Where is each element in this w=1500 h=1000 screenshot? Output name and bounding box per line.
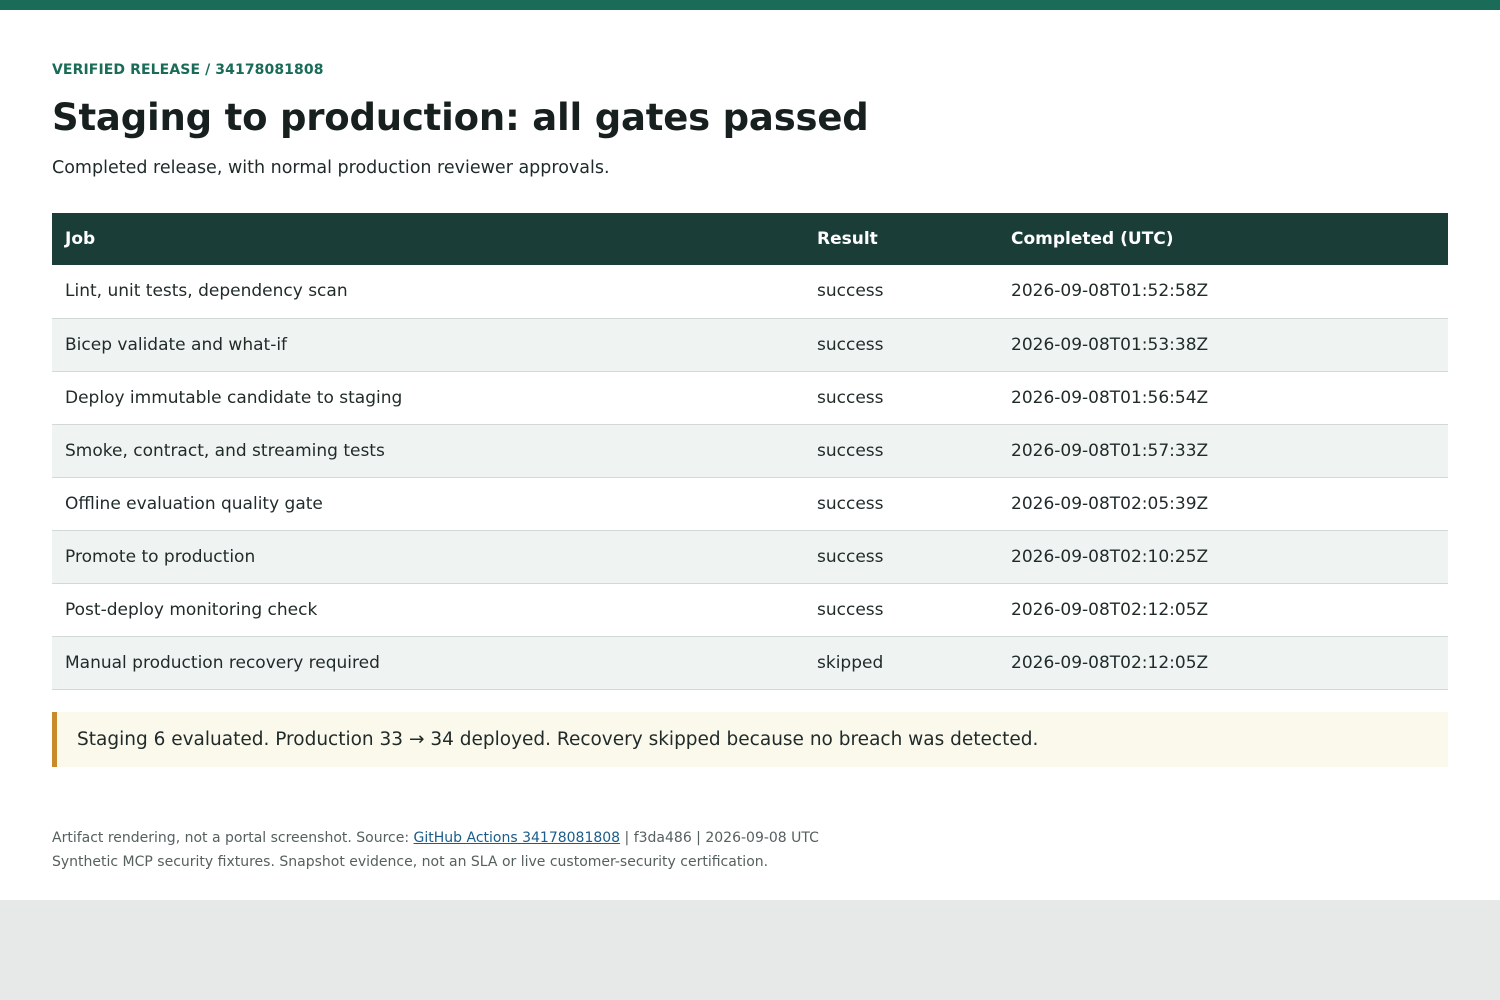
jobs-table-body: Lint, unit tests, dependency scan succes… xyxy=(52,265,1448,690)
job-name-cell: Bicep validate and what-if xyxy=(52,318,804,372)
column-header-result: Result xyxy=(804,213,998,265)
column-header-job: Job xyxy=(52,213,804,265)
release-page: VERIFIED RELEASE / 34178081808 Staging t… xyxy=(0,10,1500,900)
header-row: Job Result Completed (UTC) xyxy=(52,213,1448,265)
result-cell: success xyxy=(804,424,998,478)
completed-cell: 2026-09-08T02:12:05Z xyxy=(998,636,1448,690)
completed-cell: 2026-09-08T01:57:33Z xyxy=(998,424,1448,478)
jobs-table-header: Job Result Completed (UTC) xyxy=(52,213,1448,265)
result-cell: success xyxy=(804,318,998,372)
jobs-table: Job Result Completed (UTC) Lint, unit te… xyxy=(52,213,1448,690)
table-row: Smoke, contract, and streaming tests suc… xyxy=(52,424,1448,478)
result-cell: success xyxy=(804,583,998,637)
release-summary-callout: Staging 6 evaluated. Production 33 → 34 … xyxy=(52,712,1448,767)
footer-source-line: Artifact rendering, not a portal screens… xyxy=(52,826,819,850)
completed-cell: 2026-09-08T01:56:54Z xyxy=(998,371,1448,425)
table-row: Lint, unit tests, dependency scan succes… xyxy=(52,265,1448,319)
job-name-cell: Smoke, contract, and streaming tests xyxy=(52,424,804,478)
job-name-cell: Offline evaluation quality gate xyxy=(52,477,804,531)
result-cell: success xyxy=(804,477,998,531)
page-subtitle: Completed release, with normal productio… xyxy=(52,158,610,178)
table-row: Promote to production success 2026-09-08… xyxy=(52,530,1448,584)
completed-cell: 2026-09-08T02:12:05Z xyxy=(998,583,1448,637)
top-accent-bar xyxy=(0,0,1500,10)
table-row: Deploy immutable candidate to staging su… xyxy=(52,371,1448,425)
job-name-cell: Lint, unit tests, dependency scan xyxy=(52,265,804,319)
completed-cell: 2026-09-08T01:53:38Z xyxy=(998,318,1448,372)
table-row: Manual production recovery required skip… xyxy=(52,636,1448,690)
result-cell: success xyxy=(804,371,998,425)
table-row: Bicep validate and what-if success 2026-… xyxy=(52,318,1448,372)
result-cell: success xyxy=(804,265,998,319)
result-cell: skipped xyxy=(804,636,998,690)
job-name-cell: Manual production recovery required xyxy=(52,636,804,690)
footer-source-suffix: | f3da486 | 2026-09-08 UTC xyxy=(620,830,819,846)
footer-disclaimer: Synthetic MCP security fixtures. Snapsho… xyxy=(52,854,769,870)
job-name-cell: Promote to production xyxy=(52,530,804,584)
completed-cell: 2026-09-08T02:05:39Z xyxy=(998,477,1448,531)
footer-source-prefix: Artifact rendering, not a portal screens… xyxy=(52,830,414,846)
table-row: Offline evaluation quality gate success … xyxy=(52,477,1448,531)
page-title: Staging to production: all gates passed xyxy=(52,96,869,139)
job-name-cell: Deploy immutable candidate to staging xyxy=(52,371,804,425)
job-name-cell: Post-deploy monitoring check xyxy=(52,583,804,637)
completed-cell: 2026-09-08T01:52:58Z xyxy=(998,265,1448,319)
table-row: Post-deploy monitoring check success 202… xyxy=(52,583,1448,637)
summary-text: Staging 6 evaluated. Production 33 → 34 … xyxy=(77,729,1039,750)
completed-cell: 2026-09-08T02:10:25Z xyxy=(998,530,1448,584)
result-cell: success xyxy=(804,530,998,584)
github-actions-run-link[interactable]: GitHub Actions 34178081808 xyxy=(414,830,621,846)
column-header-completed: Completed (UTC) xyxy=(998,213,1448,265)
page-footer: Artifact rendering, not a portal screens… xyxy=(52,826,819,874)
release-eyebrow: VERIFIED RELEASE / 34178081808 xyxy=(52,62,324,78)
